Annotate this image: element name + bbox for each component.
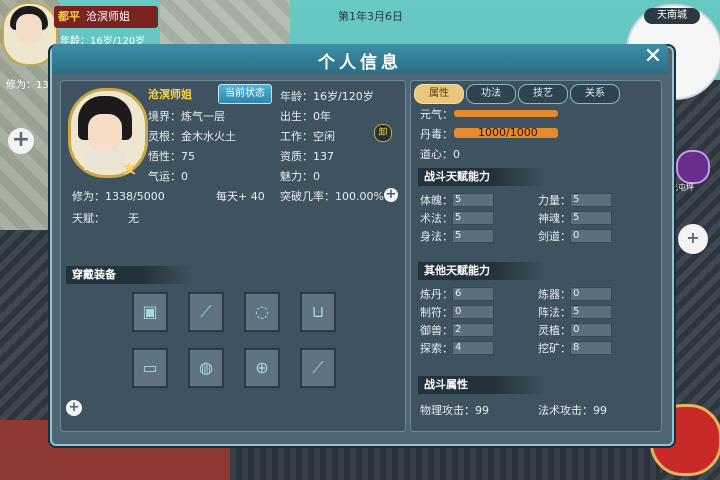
hud-title: 都平 (58, 10, 80, 23)
age-text: 年龄：16岁/120岁 (280, 90, 374, 103)
blade-icon: ⟋ (312, 358, 324, 377)
aptitude-text: 资质：137 (280, 150, 334, 163)
orb-icon: ◍ (199, 358, 213, 377)
battle-stat-label: 体魄： (420, 194, 453, 207)
other-stat-value: 5 (570, 305, 612, 319)
other-stat-label: 挖矿： (538, 342, 571, 355)
unload-job-button[interactable]: 卸 (374, 124, 392, 142)
game-date: 第1年3月6日 (338, 10, 403, 23)
talent-label: 天赋： (72, 212, 105, 225)
equipment-plus-button[interactable]: + (66, 400, 82, 416)
tab-skills[interactable]: 功法 (466, 84, 516, 104)
treasure-icon[interactable] (676, 150, 710, 184)
other-stat-value: 0 (452, 305, 494, 319)
other-stat-label: 制符： (420, 306, 453, 319)
battle-stat-label: 力量： (538, 194, 571, 207)
portrait-robe (84, 150, 126, 170)
hud-plus-button[interactable]: + (8, 128, 34, 154)
battle-stat-label: 身法： (420, 230, 453, 243)
talisman-icon: ⊕ (255, 358, 269, 377)
cultivation-text: 修为：1338/5000 (72, 190, 165, 203)
other-stat-label: 炼丹： (420, 288, 453, 301)
other-stat-value: 4 (452, 341, 494, 355)
hud-name: 沧溟师姐 (86, 10, 130, 23)
sword-icon: ⟋ (200, 302, 212, 321)
job-text: 工作：空闲 (280, 130, 335, 143)
gender-badge: 女 (124, 162, 137, 176)
battle-stat-value: 5 (452, 193, 494, 207)
dialog-title: 个人信息 (318, 53, 402, 73)
other-talent-header: 其他天赋能力 (418, 262, 544, 280)
dandu-value: 1000/1000 (478, 126, 538, 139)
battle-stat-value: 5 (570, 193, 612, 207)
roof-bottom (230, 440, 660, 480)
equip-slot-empty[interactable]: ◌ (244, 292, 280, 332)
other-stat-value: 6 (452, 287, 494, 301)
luck-text: 气运：0 (148, 170, 188, 183)
other-stat-label: 探索： (420, 342, 453, 355)
battle-stat-label: 剑道： (538, 230, 571, 243)
charm-text: 魅力：0 (280, 170, 320, 183)
other-stat-value: 8 (570, 341, 612, 355)
boots-icon: ⊔ (311, 302, 325, 321)
comprehension-text: 悟性：75 (148, 150, 195, 163)
empty-slot-icon: ◌ (255, 302, 269, 321)
realm-text: 境界：炼气一层 (148, 110, 225, 123)
magic-attack-text: 法术攻击：99 (538, 404, 607, 417)
other-stat-label: 御兽： (420, 324, 453, 337)
other-stat-label: 灵植： (538, 324, 571, 337)
equip-slot-boots[interactable]: ⊔ (300, 292, 336, 332)
tab-crafts[interactable]: 技艺 (518, 84, 568, 104)
tab-attributes[interactable]: 属性 (414, 84, 464, 104)
robe-icon: ▣ (142, 302, 158, 321)
battle-stat-value: 5 (570, 211, 612, 225)
yuanqi-bar-fill (454, 110, 558, 117)
battle-attr-header: 战斗属性 (418, 376, 544, 394)
battle-stat-value: 5 (452, 229, 494, 243)
equip-slot-scroll[interactable]: ▭ (132, 348, 168, 388)
portrait-face (88, 114, 122, 154)
breakthrough-plus-button[interactable]: + (384, 188, 398, 202)
dandu-label: 丹毒： (420, 128, 453, 141)
hud-avatar-face (16, 14, 42, 44)
battle-stat-value: 0 (570, 229, 612, 243)
battle-stat-label: 术法： (420, 212, 453, 225)
spirit-root-text: 灵根：金木水火土 (148, 130, 236, 143)
equip-slot-robe[interactable]: ▣ (132, 292, 168, 332)
birth-text: 出生：0年 (280, 110, 331, 123)
battle-stat-label: 神魂： (538, 212, 571, 225)
yuanqi-label: 元气： (420, 108, 453, 121)
equip-slot-orb[interactable]: ◍ (188, 348, 224, 388)
close-button[interactable]: ✕ (640, 44, 666, 70)
current-status-button[interactable]: 当前状态 (218, 84, 272, 104)
battle-talent-header: 战斗天赋能力 (418, 168, 544, 186)
hud-cultivation: 修为：13 (6, 80, 49, 91)
breakthrough-text: 突破几率：100.00% (280, 190, 384, 203)
other-stat-label: 炼器： (538, 288, 571, 301)
other-stat-value: 0 (570, 287, 612, 301)
tab-relations[interactable]: 关系 (570, 84, 620, 104)
daoxin-text: 道心：0 (420, 148, 460, 161)
scroll-icon: ▭ (142, 358, 158, 377)
phys-attack-text: 物理攻击：99 (420, 404, 489, 417)
equipment-header: 穿戴装备 (66, 266, 192, 284)
equip-slot-sword[interactable]: ⟋ (188, 292, 224, 332)
side-expand-button[interactable]: + (678, 224, 708, 254)
other-stat-value: 0 (570, 323, 612, 337)
other-stat-value: 2 (452, 323, 494, 337)
yuanqi-bar (454, 110, 558, 117)
character-name: 沧溟师姐 (148, 88, 192, 101)
city-name: 天南城 (644, 8, 700, 24)
daily-gain-text: 每天+ 40 (216, 190, 265, 203)
other-stat-label: 阵法： (538, 306, 571, 319)
battle-stat-value: 5 (452, 211, 494, 225)
equip-slot-talisman[interactable]: ⊕ (244, 348, 280, 388)
equip-slot-blade[interactable]: ⟋ (300, 348, 336, 388)
stone-path-top (160, 0, 290, 45)
talent-value: 无 (128, 212, 139, 225)
